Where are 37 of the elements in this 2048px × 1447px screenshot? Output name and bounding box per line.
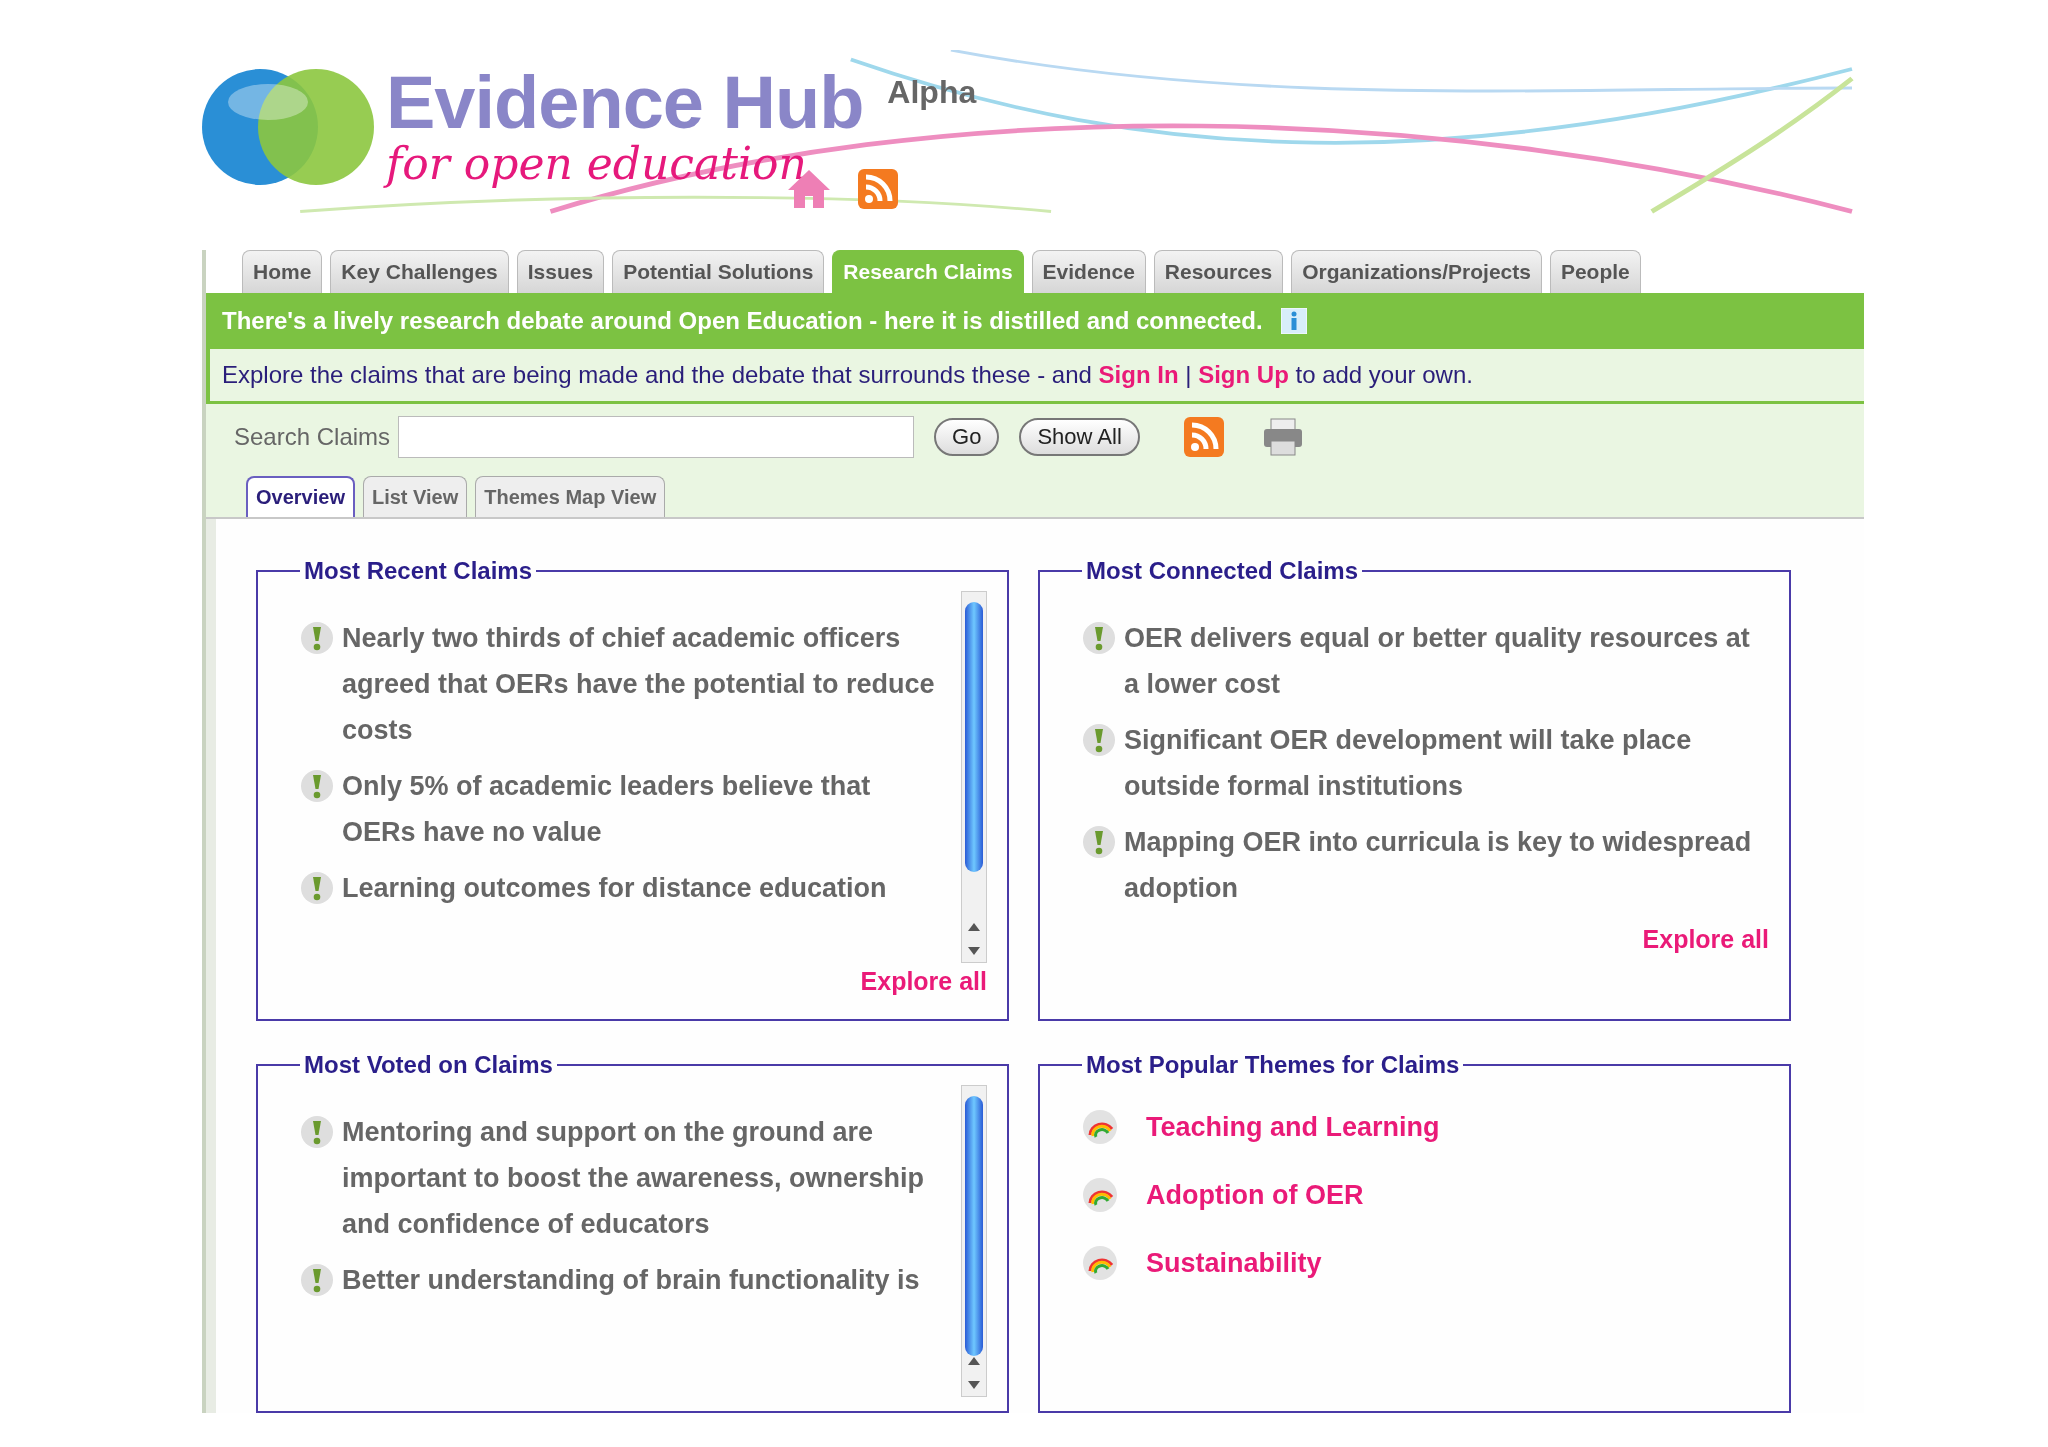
theme-link[interactable]: Adoption of OER — [1146, 1179, 1364, 1211]
theme-link[interactable]: Sustainability — [1146, 1247, 1322, 1279]
explore-all-link[interactable]: Explore all — [860, 967, 987, 996]
claim-text[interactable]: Only 5% of academic leaders believe that OERs have no value — [342, 763, 949, 855]
nav-tab[interactable]: Key Challenges — [330, 250, 509, 293]
site-title: Evidence Hub — [386, 65, 864, 140]
panel-title: Most Voted on Claims — [303, 1051, 554, 1079]
theme-link[interactable]: Teaching and Learning — [1146, 1111, 1440, 1143]
nav-tab[interactable]: Resources — [1153, 250, 1284, 293]
show-all-button[interactable]: Show All — [1019, 418, 1140, 456]
nav-tab[interactable]: Evidence — [1031, 250, 1146, 293]
explore-all-link[interactable]: Explore all — [1642, 925, 1769, 954]
claim-text[interactable]: OER delivers equal or better quality resources at a lower cost — [1124, 615, 1769, 707]
nav-tab[interactable]: Potential Solutions — [612, 250, 825, 293]
claim-text[interactable]: Mentoring and support on the ground are important to boost the awareness, ownership and confidence of educators — [342, 1109, 949, 1247]
go-button[interactable]: Go — [934, 418, 1000, 456]
search-label: Search Claims — [234, 423, 391, 451]
intro-text: Explore the claims that are being made and the debate that surrounds these - and Sign In | Sign Up to add your own. — [206, 349, 1864, 404]
alpha-label: Alpha — [887, 73, 977, 111]
sign-up-link[interactable]: Sign Up — [1198, 361, 1289, 388]
view-tab[interactable]: Overview — [246, 476, 355, 517]
claim-text[interactable]: Better understanding of brain functionality is — [342, 1257, 920, 1303]
panel-title: Most Connected Claims — [1085, 557, 1360, 585]
sign-in-link[interactable]: Sign In — [1098, 361, 1179, 388]
nav-tab[interactable]: Organizations/Projects — [1291, 250, 1542, 293]
claim-text[interactable]: Mapping OER into curricula is key to widespread adoption — [1124, 819, 1769, 911]
banner-headline: There's a lively research debate around Open Education - here it is distilled and connected. — [222, 307, 1263, 335]
view-tab[interactable]: List View — [362, 476, 468, 517]
claim-text[interactable]: Learning outcomes for distance education — [342, 865, 887, 911]
claim-text[interactable]: Significant OER development will take place outside formal institutions — [1124, 717, 1769, 809]
nav-tab[interactable]: Issues — [516, 250, 605, 293]
nav-tab[interactable]: Home — [242, 250, 323, 293]
view-tab[interactable]: Themes Map View — [475, 476, 666, 517]
nav-tab[interactable]: People — [1549, 250, 1641, 293]
panel-title: Most Popular Themes for Claims — [1085, 1051, 1461, 1079]
panel-title: Most Recent Claims — [303, 557, 534, 585]
claim-text[interactable]: Nearly two thirds of chief academic officers agreed that OERs have the potential to reduce costs — [342, 615, 949, 753]
